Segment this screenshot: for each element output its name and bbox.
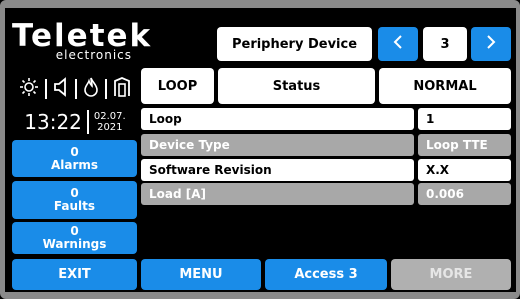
warnings-button[interactable]: 0 Warnings (12, 222, 137, 254)
sun-icon (19, 77, 39, 102)
clock: 13:22 02.07. 2021 (12, 108, 138, 136)
time-display: 13:22 (24, 110, 82, 134)
page-number: 3 (423, 27, 467, 61)
row-label-device-type: Device Type (141, 134, 414, 156)
separator (105, 79, 107, 99)
alarms-count: 0 (70, 144, 79, 159)
row-value-device-type: Loop TTE (418, 134, 511, 156)
date-day-month: 02.07. (93, 111, 126, 122)
brand-logo: Teletek electronics (12, 20, 150, 70)
faults-button[interactable]: 0 Faults (12, 181, 137, 219)
periphery-device-title: Periphery Device (217, 27, 372, 61)
next-page-button[interactable] (471, 27, 511, 61)
row-label-software-revision: Software Revision (141, 159, 414, 181)
chevron-left-icon (393, 35, 403, 53)
status-label: Status (218, 68, 375, 104)
separator (45, 79, 47, 99)
date-display: 02.07. 2021 (94, 111, 126, 133)
row-label-loop: Loop (141, 108, 414, 130)
access-level-button[interactable]: Access 3 (265, 259, 387, 290)
more-button[interactable]: MORE (391, 259, 511, 290)
warnings-label: Warnings (42, 237, 107, 251)
alarms-label: Alarms (50, 157, 99, 172)
tab-loop[interactable]: LOOP (141, 68, 214, 104)
date-year: 2021 (97, 122, 123, 133)
flame-icon (83, 77, 99, 102)
row-value-software-revision: X.X (418, 159, 511, 181)
separator (75, 79, 77, 99)
chevron-right-icon (486, 35, 496, 53)
separator (86, 110, 89, 134)
row-value-load: 0.006 (418, 183, 511, 205)
exit-button[interactable]: EXIT (12, 259, 137, 290)
row-value-loop: 1 (418, 108, 511, 130)
alarms-button[interactable]: 0 Alarms (12, 140, 137, 177)
menu-button[interactable]: MENU (141, 259, 261, 290)
status-value: NORMAL (379, 68, 511, 104)
faults-label: Faults (53, 199, 96, 213)
sound-icon (53, 76, 69, 102)
door-icon (113, 76, 131, 102)
prev-page-button[interactable] (378, 27, 418, 61)
status-icons-bar (12, 74, 138, 104)
row-label-load: Load [A] (141, 183, 414, 205)
